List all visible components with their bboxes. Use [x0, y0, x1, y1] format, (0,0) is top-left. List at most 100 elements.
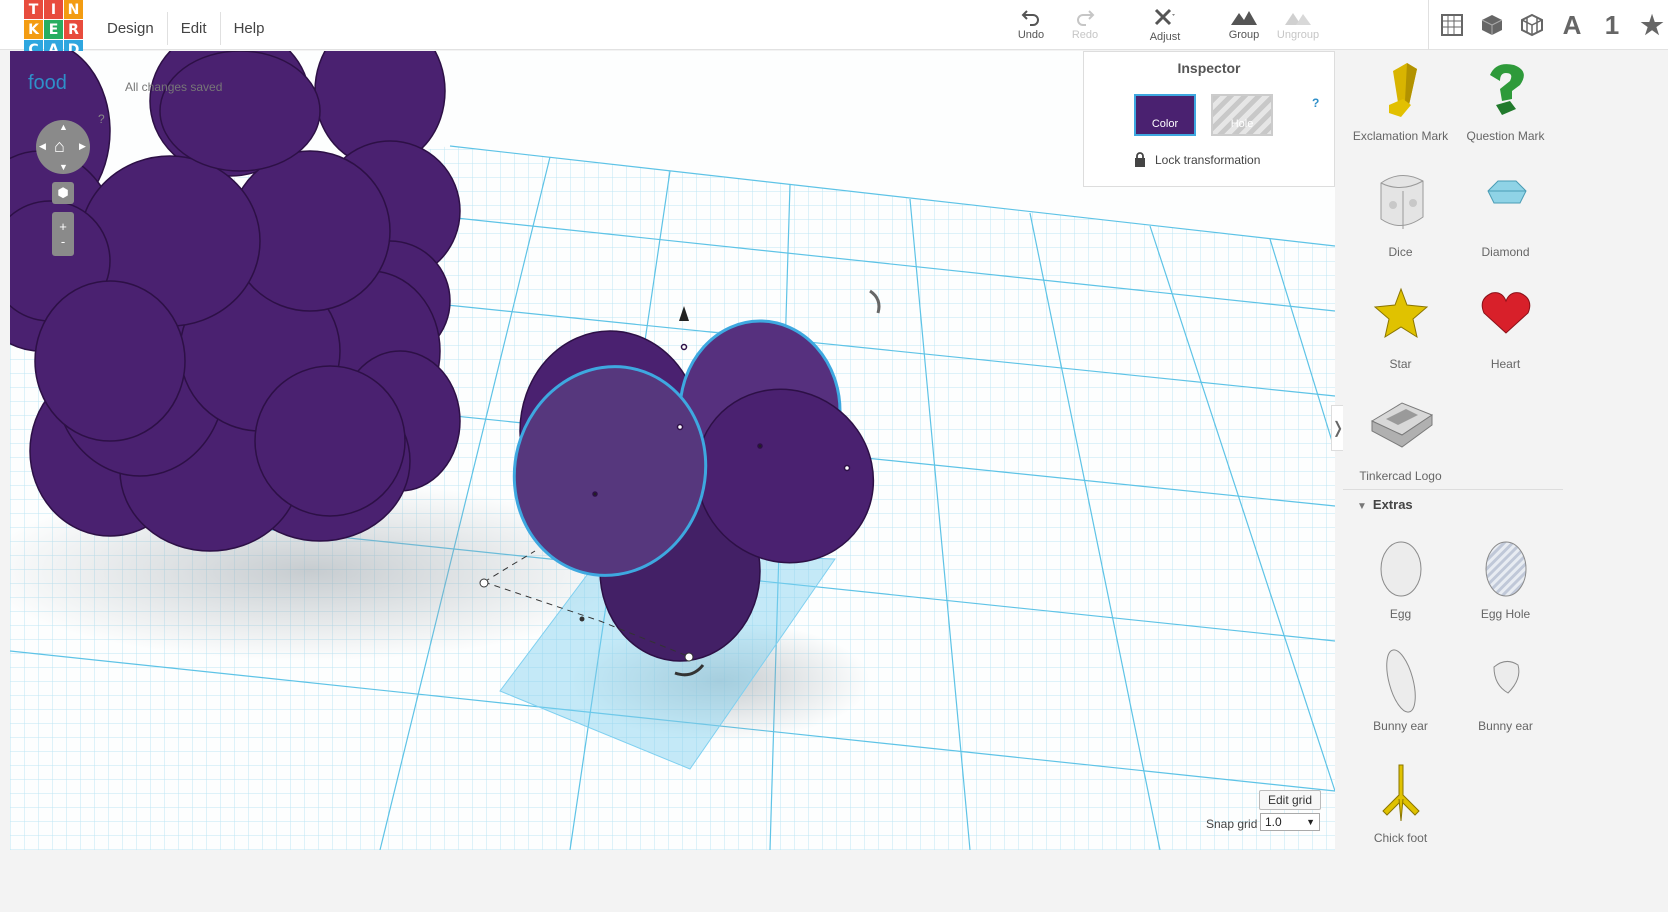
pattern-cube-icon[interactable] — [1519, 12, 1545, 38]
text-shapes-icon[interactable]: A — [1559, 10, 1585, 40]
logo-letter: R — [64, 20, 83, 39]
hole-swatch[interactable]: Hole — [1211, 94, 1273, 136]
edit-grid-button[interactable]: Edit grid — [1259, 790, 1322, 810]
save-status: All changes saved — [125, 80, 223, 94]
tinkercad-editor: T I N K E R C A D Design Edit Help Undo … — [0, 0, 1668, 912]
shape-label: Heart — [1490, 357, 1521, 371]
adjust-button[interactable]: Adjust — [1137, 8, 1193, 43]
exclamation-mark-icon — [1388, 63, 1417, 117]
redo-label: Redo — [1071, 29, 1099, 41]
group-label: Group — [1228, 29, 1260, 41]
snap-grid-select[interactable]: 1.0 ▼ — [1260, 813, 1320, 831]
star-icon[interactable]: ★ — [1639, 10, 1665, 40]
bunny-ear-icon — [1492, 661, 1519, 694]
shape-label: Egg — [1389, 607, 1412, 621]
shape-chick-foot[interactable]: Chick foot — [1348, 759, 1453, 845]
snap-grid-label: Snap grid — [1206, 817, 1258, 831]
menu-edit[interactable]: Edit — [168, 12, 221, 45]
dropdown-arrow-icon: ▼ — [1306, 817, 1315, 827]
shape-label: Bunny ear — [1373, 719, 1428, 733]
adjust-label: Adjust — [1149, 31, 1181, 43]
logo-letter: T — [24, 0, 43, 19]
shape-label: Chick foot — [1373, 831, 1428, 845]
main-menu: Design Edit Help — [94, 12, 277, 45]
dice-icon — [1380, 175, 1423, 229]
logo-letter: E — [44, 20, 63, 39]
zoom-controls: + - — [52, 212, 74, 256]
logo-letter: I — [44, 0, 63, 19]
egg-icon — [1380, 541, 1421, 597]
cube-icon[interactable] — [1479, 12, 1505, 38]
shape-label: Bunny ear — [1478, 719, 1533, 733]
shape-label: Dice — [1388, 245, 1413, 259]
tinkercad-logo-shape-icon — [1370, 402, 1433, 448]
menu-help[interactable]: Help — [221, 12, 278, 45]
triangle-down-icon: ▼ — [1357, 501, 1367, 512]
shape-bunny-ear-left[interactable]: Bunny ear — [1348, 647, 1453, 733]
shape-label: Exclamation Mark — [1352, 129, 1449, 143]
undo-label: Undo — [1017, 29, 1045, 41]
sidebar-divider — [1343, 489, 1563, 490]
color-label: Color — [1151, 118, 1179, 130]
menu-design[interactable]: Design — [94, 12, 168, 45]
shape-question-mark[interactable]: Question Mark — [1453, 57, 1558, 143]
egg-hole-icon — [1485, 541, 1526, 597]
view-cube-icon[interactable]: ⬢ — [52, 182, 74, 204]
zoom-out-button[interactable]: - — [61, 234, 65, 249]
color-swatch[interactable]: Color — [1134, 94, 1196, 136]
library-tabs: A 1 ★ — [1428, 0, 1665, 50]
undo-button[interactable]: Undo — [1003, 8, 1059, 41]
redo-icon — [1077, 10, 1095, 26]
redo-button[interactable]: Redo — [1057, 8, 1113, 41]
extras-title: Extras — [1372, 497, 1413, 512]
lock-icon — [1135, 152, 1145, 167]
home-icon[interactable]: ⌂ — [54, 136, 65, 157]
adjust-icon — [1154, 8, 1175, 26]
shape-bunny-ear-right[interactable]: Bunny ear — [1453, 647, 1558, 733]
bunny-ear-icon — [1385, 649, 1416, 713]
shape-label: Diamond — [1481, 245, 1530, 259]
view-navigation: ▲ ▼ ◀ ▶ ⌂ ⬢ + - ? — [36, 112, 105, 256]
number-shapes-icon[interactable]: 1 — [1599, 10, 1625, 40]
inspector-title: Inspector — [1177, 60, 1241, 76]
lock-transformation-toggle[interactable]: Lock transformation — [1134, 152, 1260, 167]
shape-label: Star — [1389, 357, 1412, 371]
project-title[interactable]: food — [28, 72, 67, 95]
undo-icon — [1021, 10, 1039, 26]
shape-label: Egg Hole — [1480, 607, 1531, 621]
shape-diamond[interactable]: Diamond — [1453, 167, 1558, 259]
shape-label: Question Mark — [1466, 129, 1545, 143]
lock-label: Lock transformation — [1155, 152, 1261, 167]
zoom-in-button[interactable]: + — [59, 219, 67, 234]
shape-exclamation-mark[interactable]: Exclamation Mark — [1348, 57, 1453, 143]
shape-star[interactable]: Star — [1348, 279, 1453, 371]
group-button[interactable]: Group — [1216, 8, 1272, 41]
inspector-help[interactable]: ? — [1312, 96, 1319, 110]
logo-letter: N — [64, 0, 83, 19]
pan-control[interactable]: ▲ ▼ ◀ ▶ ⌂ — [36, 120, 90, 174]
top-toolbar: T I N K E R C A D Design Edit Help Undo … — [0, 0, 1668, 59]
extras-section-header[interactable]: ▼ Extras — [1357, 497, 1557, 512]
shape-tinkercad-logo[interactable]: Tinkercad Logo — [1348, 391, 1453, 483]
group-icon — [1231, 11, 1257, 25]
heart-icon — [1481, 292, 1530, 334]
shape-egg[interactable]: Egg — [1348, 535, 1453, 621]
chick-foot-icon — [1381, 764, 1420, 822]
shapes-sidebar: Exclamation Mark Question Mark Dice Diam… — [1343, 51, 1568, 912]
snap-grid-value: 1.0 — [1265, 815, 1282, 829]
hole-label: Hole — [1230, 118, 1254, 130]
shape-heart[interactable]: Heart — [1453, 279, 1558, 371]
shape-label: Tinkercad Logo — [1359, 469, 1442, 483]
star-shape-icon — [1373, 287, 1428, 339]
grid-view-icon[interactable] — [1439, 12, 1465, 38]
question-mark-icon — [1489, 64, 1524, 115]
ungroup-icon — [1285, 13, 1311, 25]
shape-dice[interactable]: Dice — [1348, 167, 1453, 259]
logo-letter: K — [24, 20, 43, 39]
shape-egg-hole[interactable]: Egg Hole — [1453, 535, 1558, 621]
ungroup-label: Ungroup — [1276, 29, 1320, 41]
diamond-icon — [1486, 180, 1527, 204]
inspector-panel: Inspector Color Hole ? Lock transformati… — [1083, 51, 1335, 187]
nav-help[interactable]: ? — [98, 112, 105, 126]
ungroup-button[interactable]: Ungroup — [1270, 8, 1326, 41]
